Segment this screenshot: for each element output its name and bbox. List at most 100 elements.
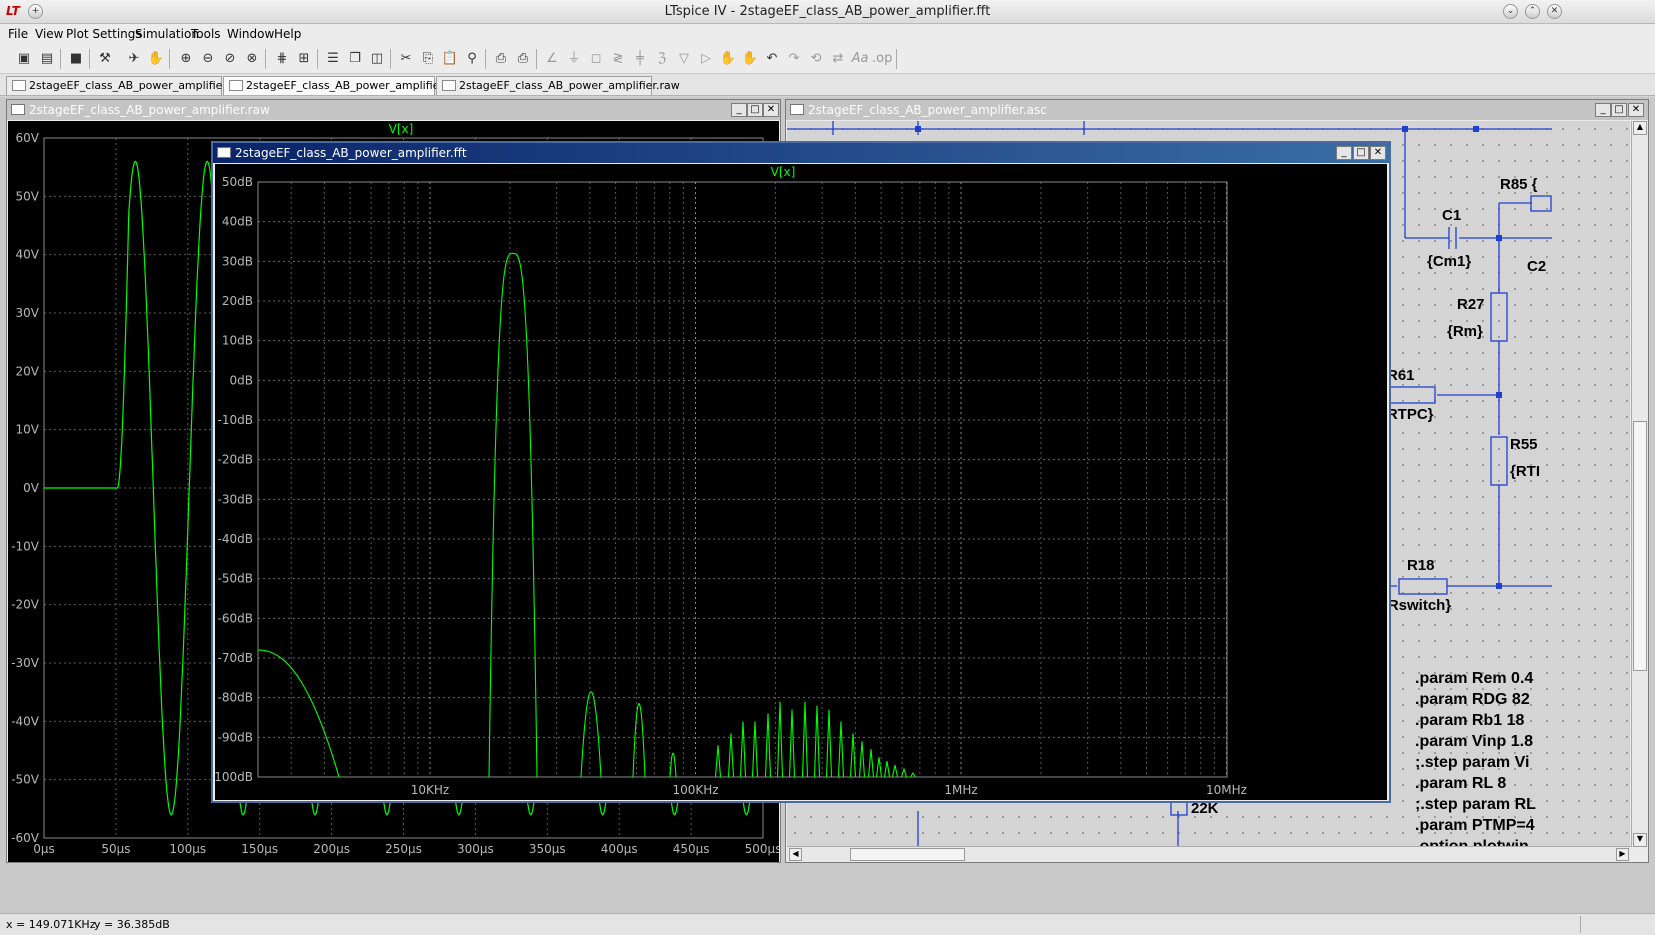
run-icon[interactable]: ✈ xyxy=(124,49,144,69)
scroll-down-button[interactable]: ▼ xyxy=(1633,833,1647,847)
fft-waveform-window: 2stageEF_class_AB_power_amplifier.fft _ … xyxy=(210,141,1391,803)
asc-close-button[interactable]: ✕ xyxy=(1628,103,1644,117)
label-r27[interactable]: R27 xyxy=(1457,296,1485,313)
print-icon[interactable]: ⎙ xyxy=(513,49,533,69)
diode-icon[interactable]: ▽ xyxy=(674,49,694,69)
label-r18[interactable]: R18 xyxy=(1407,557,1435,574)
fft-close-button[interactable]: ✕ xyxy=(1370,146,1386,160)
zoom-back-icon[interactable]: ⊘ xyxy=(220,49,240,69)
zoom-in-icon[interactable]: ⊕ xyxy=(176,49,196,69)
cascade-icon[interactable]: ❐ xyxy=(345,49,365,69)
vertical-scroll-thumb[interactable] xyxy=(1633,421,1647,671)
text-icon[interactable]: Aa xyxy=(850,49,870,69)
fit-icon[interactable]: ⊞ xyxy=(294,49,314,69)
menu-tools[interactable]: Tools xyxy=(191,27,221,41)
scroll-up-button[interactable]: ▲ xyxy=(1633,121,1647,135)
spice-directive-icon[interactable]: .op xyxy=(872,49,892,69)
spice-directive[interactable]: .param PTMP=4 xyxy=(1415,817,1535,834)
halt-icon[interactable]: ✋ xyxy=(146,49,166,69)
spice-directive[interactable]: .param RDG 82 xyxy=(1415,691,1530,708)
label-r85[interactable]: R85 { xyxy=(1500,176,1538,193)
copy-icon[interactable]: ⎘ xyxy=(418,49,438,69)
raw-maximize-button[interactable]: □ xyxy=(747,103,763,117)
resistor-icon[interactable]: ≷ xyxy=(608,49,628,69)
close-button[interactable]: ✕ xyxy=(1547,4,1562,19)
spice-directive[interactable]: ;.step param Vi xyxy=(1415,754,1529,771)
spice-directive[interactable]: .param RL 8 xyxy=(1415,775,1506,792)
fft-window-titlebar[interactable]: 2stageEF_class_AB_power_amplifier.fft xyxy=(213,143,1389,163)
raw-window-titlebar[interactable]: 2stageEF_class_AB_power_amplifier.raw xyxy=(7,100,780,120)
label-r61[interactable]: R61 xyxy=(1387,367,1415,384)
label-c2[interactable]: C2 xyxy=(1527,258,1546,275)
ground-icon[interactable]: ⏚ xyxy=(564,49,584,69)
fft-trace-label[interactable]: V[x] xyxy=(771,165,796,179)
cut-icon[interactable]: ✂ xyxy=(396,49,416,69)
menu-window[interactable]: Window xyxy=(227,27,274,41)
label-r55[interactable]: R55 xyxy=(1510,436,1538,453)
asc-minimize-button[interactable]: _ xyxy=(1595,103,1611,117)
redo-icon[interactable]: ↷ xyxy=(784,49,804,69)
drag-icon[interactable]: ✋ xyxy=(740,49,760,69)
control-panel-icon[interactable]: ⚒ xyxy=(95,49,115,69)
undo-icon[interactable]: ↶ xyxy=(762,49,782,69)
inductor-icon[interactable]: ℨ xyxy=(652,49,672,69)
asc-maximize-button[interactable]: □ xyxy=(1611,103,1627,117)
mirror-icon[interactable]: ⇄ xyxy=(828,49,848,69)
minimize-button[interactable]: ⌄ xyxy=(1503,4,1518,19)
fft-trace-vx[interactable] xyxy=(258,252,916,778)
spice-directive[interactable]: .param Rem 0.4 xyxy=(1415,670,1533,687)
label-rswitch[interactable]: {Rswitch} xyxy=(1382,597,1451,614)
find-icon[interactable]: ⚲ xyxy=(462,49,482,69)
menu-simulation[interactable]: Simulation xyxy=(135,27,199,41)
label-icon[interactable]: ◻ xyxy=(586,49,606,69)
save-icon[interactable]: ■ xyxy=(66,49,86,69)
raw-close-button[interactable]: ✕ xyxy=(763,103,779,117)
maximize-button[interactable]: ⌃ xyxy=(1525,4,1540,19)
raw-y-tick-label: 50V xyxy=(16,189,40,203)
new-schematic-icon[interactable]: ▣ xyxy=(14,49,34,69)
spice-directive[interactable]: .param Vinp 1.8 xyxy=(1415,733,1533,750)
menu-file[interactable]: File xyxy=(8,27,28,41)
raw-x-axis: 0µs 50µs 100µs 150µs 200µs 250µs 300µs 350µs 400… xyxy=(33,842,781,856)
schematic-window-titlebar[interactable]: 2stageEF_class_AB_power_amplifier.asc xyxy=(786,100,1648,120)
raw-minimize-button[interactable]: _ xyxy=(731,103,747,117)
label-rm[interactable]: {Rm} xyxy=(1447,323,1483,340)
wire-icon[interactable]: ∠ xyxy=(542,49,562,69)
print-setup-icon[interactable]: ⎙ xyxy=(491,49,511,69)
toolbar-separator xyxy=(390,49,391,69)
fft-minimize-button[interactable]: _ xyxy=(1336,146,1352,160)
fft-y-tick-label: -10dB xyxy=(218,413,253,427)
raw-trace-label[interactable]: V[x] xyxy=(389,122,414,136)
label-rt[interactable]: {RTI xyxy=(1510,463,1540,480)
menu-view[interactable]: View xyxy=(35,27,63,41)
zoom-cancel-icon[interactable]: ⊗ xyxy=(242,49,262,69)
component-icon[interactable]: ▷ xyxy=(696,49,716,69)
schematic-vertical-scrollbar[interactable]: ▲ ▼ xyxy=(1631,121,1648,847)
spice-directive[interactable]: .param Rb1 18 xyxy=(1415,712,1524,729)
tile-horizontal-icon[interactable]: ☰ xyxy=(323,49,343,69)
open-icon[interactable]: ▤ xyxy=(37,49,57,69)
fft-maximize-button[interactable]: □ xyxy=(1353,146,1369,160)
raw-x-tick-label: 500µs xyxy=(745,842,779,856)
label-c1[interactable]: C1 xyxy=(1442,207,1461,224)
move-icon[interactable]: ✋ xyxy=(718,49,738,69)
zoom-out-icon[interactable]: ⊖ xyxy=(198,49,218,69)
scroll-left-button[interactable]: ◀ xyxy=(789,848,802,861)
tab-raw[interactable]: 2stageEF_class_AB_power_amplifier.raw xyxy=(436,76,680,95)
paste-icon[interactable]: 📋 xyxy=(440,49,460,69)
spice-directive[interactable]: ;.step param RL xyxy=(1415,796,1536,813)
menu-plot-settings[interactable]: Plot Settings xyxy=(66,27,142,41)
menu-help[interactable]: Help xyxy=(274,27,301,41)
autorange-icon[interactable]: ⋕ xyxy=(272,49,292,69)
horizontal-scroll-thumb[interactable] xyxy=(850,848,965,861)
tab-fft[interactable]: 2stageEF_class_AB_power_amplifier.fft xyxy=(223,76,458,95)
tab-asc[interactable]: 2stageEF_class_AB_power_amplifier.asc xyxy=(6,76,248,95)
scroll-right-button[interactable]: ▶ xyxy=(1616,848,1629,861)
fft-plot-area[interactable]: 50dB 40dB 30dB 20dB 10dB 0dB -10dB -20dB -30dB -4… xyxy=(210,164,1387,800)
rotate-icon[interactable]: ⟲ xyxy=(806,49,826,69)
tile-vertical-icon[interactable]: ◫ xyxy=(367,49,387,69)
schematic-horizontal-scrollbar[interactable]: ◀ ▶ xyxy=(787,846,1631,862)
label-cm1[interactable]: {Cm1} xyxy=(1427,253,1471,270)
toolbar-separator xyxy=(485,49,486,69)
capacitor-icon[interactable]: ╪ xyxy=(630,49,650,69)
